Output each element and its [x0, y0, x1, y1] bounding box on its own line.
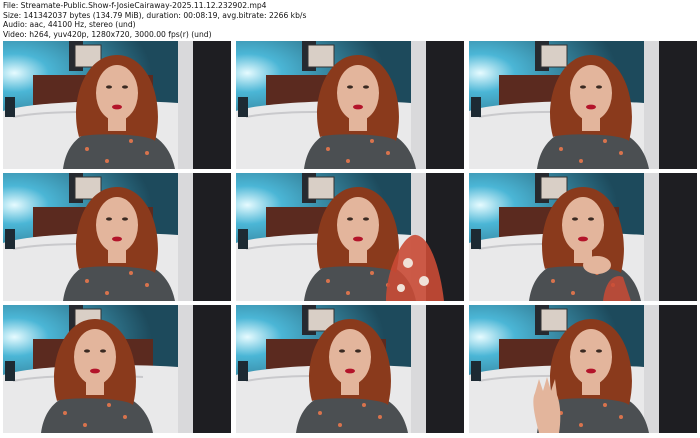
video-frame-thumbnail — [236, 41, 464, 169]
video-frame-thumbnail — [469, 173, 697, 301]
video-frame-thumbnail — [3, 173, 231, 301]
video-frame-thumbnail — [469, 41, 697, 169]
video-frame-thumbnail — [236, 173, 464, 301]
video-frame-thumbnail — [3, 41, 231, 169]
thumbnail-grid — [3, 41, 697, 433]
file-info-header: File: Streamate-Public.Show-f-JosieCaira… — [3, 1, 697, 39]
video-frame-thumbnail — [236, 305, 464, 433]
video-info-line: Video: h264, yuv420p, 1280x720, 3000.00 … — [3, 29, 212, 39]
audio-info-line: Audio: aac, 44100 Hz, stereo (und) — [3, 20, 136, 29]
video-frame-thumbnail — [469, 305, 697, 433]
file-name-line: File: Streamate-Public.Show-f-JosieCaira… — [3, 1, 267, 10]
video-frame-thumbnail — [3, 305, 231, 433]
file-size-line: Size: 141342037 bytes (134.79 MiB), dura… — [3, 10, 307, 20]
